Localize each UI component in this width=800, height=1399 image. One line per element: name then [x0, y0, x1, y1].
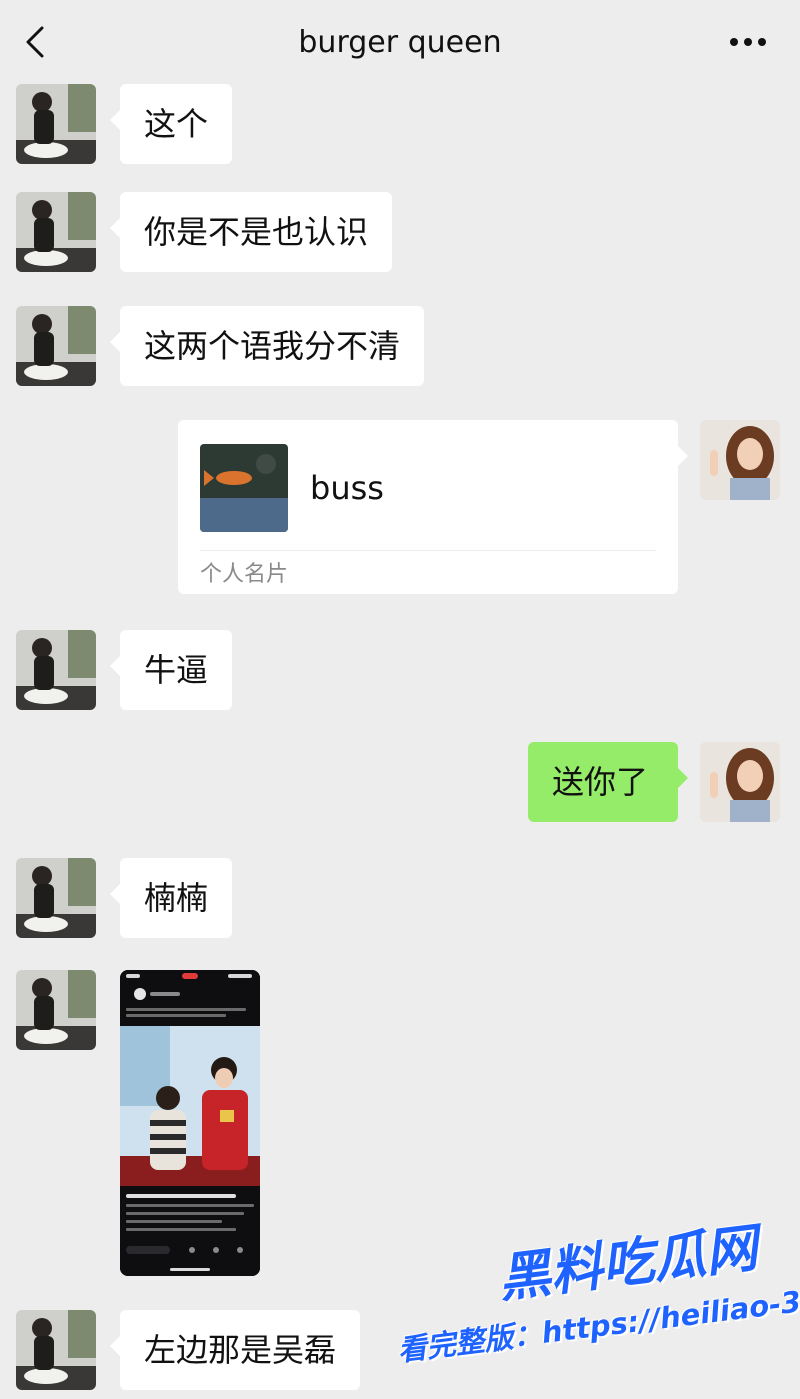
avatar-photo-icon — [16, 192, 96, 272]
screenshot-thumbnail-icon — [120, 970, 260, 1276]
message-bubble-3[interactable]: 这两个语我分不清 — [109, 306, 425, 386]
message-bubble-6[interactable]: 送你了 — [528, 742, 688, 822]
contact-avatar[interactable] — [16, 84, 96, 164]
avatar-photo-icon — [16, 630, 96, 710]
contact-card-message[interactable]: buss 个人名片 — [178, 420, 688, 594]
avatar-photo-icon — [16, 1310, 96, 1390]
message-bubble-5[interactable]: 牛逼 — [109, 630, 233, 710]
chevron-left-icon — [26, 26, 44, 58]
card-contact-name: buss — [310, 469, 384, 507]
contact-avatar[interactable] — [16, 858, 96, 938]
avatar-photo-icon — [16, 306, 96, 386]
contact-avatar[interactable] — [16, 1310, 96, 1390]
avatar-photo-icon — [16, 84, 96, 164]
card-type-label: 个人名片 — [200, 562, 289, 587]
avatar-photo-icon — [700, 742, 780, 822]
message-bubble-7[interactable]: 楠楠 — [109, 858, 233, 938]
back-button[interactable] — [18, 22, 58, 62]
chat-header: burger queen — [0, 0, 800, 86]
contact-avatar[interactable] — [16, 192, 96, 272]
avatar-photo-icon — [16, 970, 96, 1050]
message-bubble-9[interactable]: 左边那是吴磊 — [109, 1310, 361, 1390]
card-avatar — [200, 444, 288, 532]
message-bubble-1[interactable]: 这个 — [109, 84, 233, 164]
contact-avatar[interactable] — [16, 306, 96, 386]
card-divider — [200, 550, 656, 551]
avatar-photo-icon — [16, 858, 96, 938]
my-avatar[interactable] — [700, 742, 780, 822]
watermark: 黑料吃瓜网 看完整版：https://heiliao-36.com — [390, 1218, 800, 1382]
more-button[interactable] — [718, 22, 778, 62]
avatar-photo-icon — [700, 420, 780, 500]
contact-avatar[interactable] — [16, 970, 96, 1050]
message-bubble-2[interactable]: 你是不是也认识 — [109, 192, 393, 272]
chat-title: burger queen — [298, 25, 502, 60]
more-dots-icon — [730, 38, 766, 46]
contact-avatar[interactable] — [16, 630, 96, 710]
my-avatar[interactable] — [700, 420, 780, 500]
image-message[interactable] — [120, 970, 260, 1276]
fish-photo-icon — [200, 444, 288, 532]
